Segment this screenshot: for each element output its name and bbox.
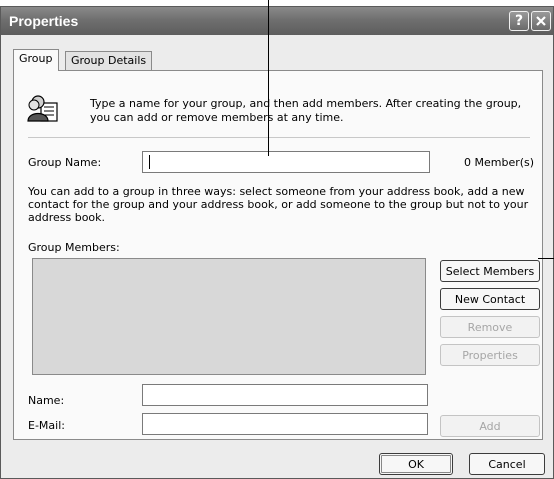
callout-line-select-members bbox=[538, 258, 554, 259]
remove-button[interactable]: Remove bbox=[440, 316, 540, 338]
divider bbox=[28, 137, 530, 138]
group-tab-panel: Type a name for your group, and then add… bbox=[13, 70, 543, 440]
tab-group[interactable]: Group bbox=[13, 49, 59, 71]
window-title: Properties bbox=[9, 13, 79, 29]
group-name-input[interactable] bbox=[142, 151, 430, 173]
callout-line-group-name bbox=[268, 0, 269, 156]
close-button[interactable] bbox=[531, 11, 551, 31]
close-icon bbox=[536, 16, 546, 26]
group-contacts-icon bbox=[27, 95, 58, 122]
help-button[interactable]: ? bbox=[509, 11, 529, 31]
tab-group-details[interactable]: Group Details bbox=[65, 51, 153, 71]
new-contact-button[interactable]: New Contact bbox=[440, 288, 540, 310]
properties-dialog: Properties ? Group Group Details Type a … bbox=[0, 6, 554, 479]
text-cursor bbox=[149, 155, 150, 169]
member-count: 0 Member(s) bbox=[464, 156, 535, 169]
cancel-button[interactable]: Cancel bbox=[469, 453, 545, 475]
add-methods-text: You can add to a group in three ways: se… bbox=[28, 185, 529, 224]
email-input[interactable] bbox=[142, 413, 428, 435]
name-label: Name: bbox=[28, 394, 65, 407]
group-members-list[interactable] bbox=[32, 258, 426, 375]
group-members-label: Group Members: bbox=[28, 241, 120, 254]
ok-button[interactable]: OK bbox=[379, 453, 453, 475]
group-name-label: Group Name: bbox=[28, 156, 102, 169]
properties-button[interactable]: Properties bbox=[440, 344, 540, 366]
title-bar[interactable]: Properties ? bbox=[1, 7, 553, 35]
intro-text: Type a name for your group, and then add… bbox=[90, 97, 522, 124]
add-button[interactable]: Add bbox=[440, 415, 540, 437]
name-input[interactable] bbox=[142, 384, 428, 406]
help-icon: ? bbox=[514, 13, 524, 29]
email-label: E-Mail: bbox=[28, 419, 65, 432]
select-members-button[interactable]: Select Members bbox=[440, 260, 540, 282]
